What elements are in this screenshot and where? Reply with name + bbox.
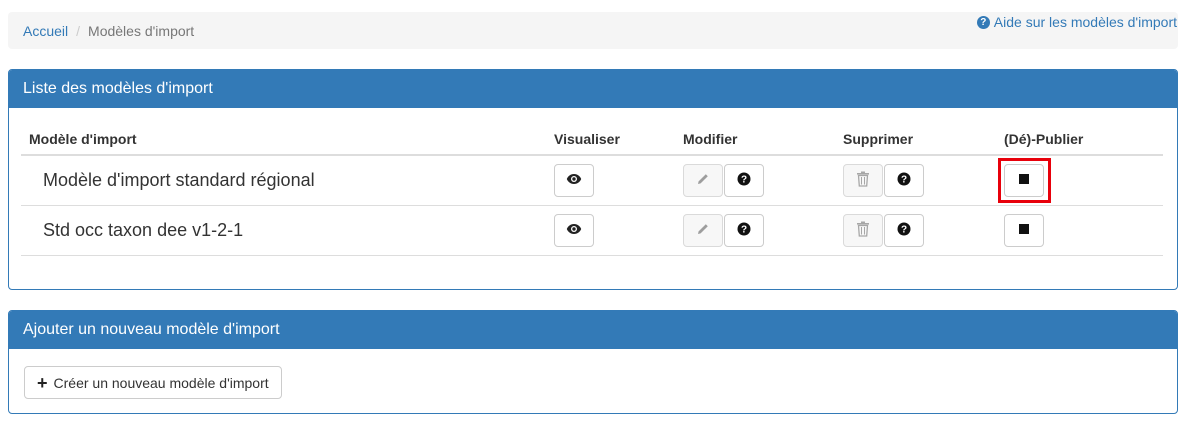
svg-text:?: ?: [741, 174, 747, 185]
svg-text:?: ?: [741, 224, 747, 235]
template-table: Modèle d'import Visualiser Modifier Supp…: [21, 123, 1163, 256]
delete-help-button[interactable]: ?: [884, 213, 924, 247]
create-template-button[interactable]: + Créer un nouveau modèle d'import: [24, 366, 282, 399]
create-template-label: Créer un nouveau modèle d'import: [53, 374, 269, 391]
edit-help-button[interactable]: ?: [724, 163, 764, 197]
help-link-label: Aide sur les modèles d'import: [993, 14, 1177, 30]
help-link[interactable]: ? Aide sur les modèles d'import: [976, 14, 1177, 30]
eye-icon: [566, 222, 582, 238]
pencil-icon: [696, 222, 710, 239]
delete-button[interactable]: [843, 213, 883, 247]
edit-button[interactable]: [683, 163, 723, 197]
col-header-name: Modèle d'import: [21, 123, 546, 156]
question-circle-icon: ?: [976, 15, 990, 29]
template-list-heading: Liste des modèles d'import: [9, 70, 1177, 108]
question-circle-icon: ?: [737, 222, 751, 239]
template-name: Std occ taxon dee v1-2-1: [21, 205, 546, 256]
svg-text:?: ?: [901, 224, 907, 235]
stop-icon: [1018, 222, 1030, 238]
add-template-panel: Ajouter un nouveau modèle d'import + Cré…: [8, 310, 1178, 414]
publish-toggle-wrapper: [998, 157, 1051, 203]
delete-help-button[interactable]: ?: [884, 163, 924, 197]
col-header-view: Visualiser: [546, 123, 675, 156]
col-header-publish: (Dé)-Publier: [996, 123, 1163, 156]
eye-icon: [566, 172, 582, 188]
breadcrumb-separator: /: [76, 22, 81, 39]
delete-button[interactable]: [843, 163, 883, 197]
breadcrumb-home-link[interactable]: Accueil: [23, 23, 68, 39]
col-header-edit: Modifier: [675, 123, 835, 156]
question-circle-icon: ?: [897, 222, 911, 239]
stop-icon: [1018, 172, 1030, 188]
trash-icon: [856, 221, 870, 240]
edit-button[interactable]: [683, 213, 723, 247]
edit-help-button[interactable]: ?: [724, 213, 764, 247]
breadcrumb-current: Modèles d'import: [88, 22, 195, 39]
svg-text:?: ?: [901, 174, 907, 185]
template-list-panel: Liste des modèles d'import Modèle d'impo…: [8, 69, 1178, 290]
view-button[interactable]: [554, 213, 594, 247]
question-circle-icon: ?: [897, 172, 911, 189]
add-template-heading: Ajouter un nouveau modèle d'import: [9, 311, 1177, 349]
col-header-delete: Supprimer: [835, 123, 996, 156]
publish-toggle-wrapper: [1004, 213, 1045, 247]
view-button[interactable]: [554, 163, 594, 197]
table-row: Std occ taxon dee v1-2-1??: [21, 205, 1163, 256]
plus-icon: +: [37, 372, 48, 393]
publish-toggle-button[interactable]: [1004, 163, 1044, 197]
publish-toggle-button[interactable]: [1004, 213, 1044, 247]
pencil-icon: [696, 172, 710, 189]
template-name: Modèle d'import standard régional: [21, 155, 546, 206]
question-circle-icon: ?: [737, 172, 751, 189]
table-row: Modèle d'import standard régional??: [21, 155, 1163, 206]
trash-icon: [856, 171, 870, 190]
